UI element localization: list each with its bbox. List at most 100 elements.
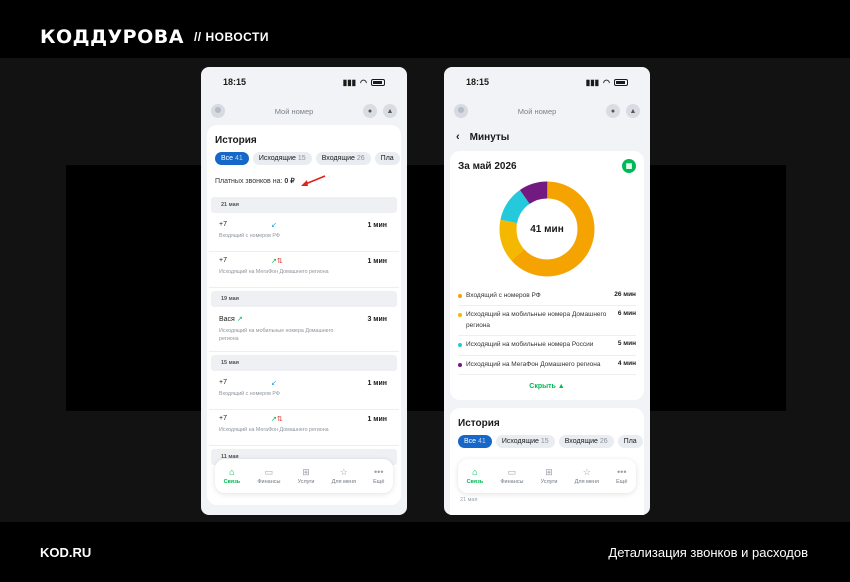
tab-more[interactable]: ••• Ещё bbox=[373, 466, 384, 485]
hide-button[interactable]: Скрыть ▲ bbox=[458, 375, 636, 394]
call-row[interactable]: +7 ↙ 1 мин Входящий с номеров РФ bbox=[209, 216, 399, 252]
call-duration: 1 мин bbox=[367, 416, 387, 423]
legend-dot bbox=[458, 343, 462, 348]
outgoing-arrow-icon: ↗ bbox=[236, 316, 243, 323]
star-icon: ☆ bbox=[339, 466, 348, 477]
tab-finance[interactable]: ▭ Финансы bbox=[500, 466, 523, 485]
legend-dot bbox=[458, 362, 462, 367]
call-row[interactable]: +7 ↗⇅ 1 мин Исходящий на МегаФон Домашне… bbox=[209, 410, 399, 446]
tab-services[interactable]: ⊞ Услуги bbox=[541, 466, 558, 485]
footer-site[interactable]: KOD.RU bbox=[40, 545, 91, 560]
section-label[interactable]: // НОВОСТИ bbox=[194, 30, 269, 44]
faint-date: 21 мая bbox=[460, 496, 478, 503]
legend-dot bbox=[458, 313, 462, 318]
incoming-arrow-icon: ↙ bbox=[271, 222, 277, 229]
wifi-icon: ◠ bbox=[603, 77, 610, 87]
bell-icon[interactable]: ▲ bbox=[383, 104, 397, 118]
outgoing-roaming-arrow-icon: ↗⇅ bbox=[271, 416, 283, 423]
date-header: 15 мая bbox=[211, 355, 397, 371]
tab-svyaz[interactable]: ⌂ Связь bbox=[224, 467, 241, 485]
legend: Входящий с номеров РФ 26 мин Исходящий н… bbox=[458, 287, 636, 375]
footer-caption: Детализация звонков и расходов bbox=[608, 545, 808, 560]
history-card: История Все 41 Исходящие 15 Входящие 26 … bbox=[207, 125, 401, 505]
chip-all[interactable]: Все 41 bbox=[458, 434, 492, 448]
paid-value: 0 ₽ bbox=[284, 178, 295, 185]
status-bar: 18:15 ▮▮▮ ◠ bbox=[444, 67, 650, 97]
history-title: История bbox=[458, 417, 500, 429]
wifi-icon: ◠ bbox=[360, 77, 367, 87]
topbar-title[interactable]: Мой номер bbox=[275, 107, 314, 116]
site-logo[interactable]: КОДДУРОВА bbox=[40, 26, 184, 48]
page-title: Минуты bbox=[469, 131, 510, 143]
tab-for-me[interactable]: ☆ Для меня bbox=[332, 466, 356, 485]
call-desc: Исходящий на МегаФон Домашнего региона bbox=[219, 269, 329, 275]
tab-services[interactable]: ⊞ Услуги bbox=[298, 467, 315, 485]
call-duration: 1 мин bbox=[367, 380, 387, 387]
legend-row: Исходящий на мобильные номера России 5 м… bbox=[458, 336, 636, 356]
chip-outgoing[interactable]: Исходящие 15 bbox=[495, 434, 555, 448]
avatar[interactable] bbox=[211, 104, 225, 118]
status-time: 18:15 bbox=[223, 77, 247, 87]
tab-more[interactable]: ••• Ещё bbox=[616, 466, 627, 485]
calendar-icon[interactable]: ▦ bbox=[622, 159, 636, 173]
phone-minutes: 18:15 ▮▮▮ ◠ Мой номер ● ▲ ‹ Минуты За ма… bbox=[444, 67, 650, 515]
call-number: +7 bbox=[219, 257, 227, 264]
date-header: 19 мая bbox=[211, 291, 397, 307]
home-icon: ⌂ bbox=[472, 466, 478, 477]
chevron-up-icon: ▲ bbox=[557, 382, 565, 390]
legend-row: Входящий с номеров РФ 26 мин bbox=[458, 287, 636, 307]
topbar-title[interactable]: Мой номер bbox=[518, 107, 557, 116]
back-icon[interactable]: ‹ bbox=[456, 131, 460, 143]
grid-icon: ⊞ bbox=[545, 466, 553, 477]
call-duration: 3 мин bbox=[367, 316, 387, 323]
call-row[interactable]: +7 ↙ 1 мин Входящий с номеров РФ bbox=[209, 374, 399, 410]
bg-block bbox=[66, 165, 786, 411]
call-desc: Входящий с номеров РФ bbox=[219, 391, 280, 397]
call-desc: Исходящий на мобильные номера Домашнего … bbox=[219, 328, 334, 342]
red-arrow-annotation bbox=[300, 175, 326, 186]
more-icon: ••• bbox=[374, 466, 384, 477]
chip-all[interactable]: Все 41 bbox=[215, 152, 249, 165]
call-desc: Входящий с номеров РФ bbox=[219, 233, 280, 239]
brand-header: КОДДУРОВА // НОВОСТИ bbox=[40, 26, 269, 48]
chip-paid[interactable]: Пла bbox=[617, 434, 643, 448]
star-icon: ☆ bbox=[582, 466, 591, 477]
chip-outgoing[interactable]: Исходящие 15 bbox=[252, 152, 312, 165]
status-bar: 18:15 ▮▮▮ ◠ bbox=[201, 67, 407, 97]
battery-icon bbox=[614, 78, 628, 86]
tab-svyaz[interactable]: ⌂ Связь bbox=[467, 466, 484, 485]
chip-paid[interactable]: Пла bbox=[374, 152, 400, 165]
chip-incoming[interactable]: Входящие 26 bbox=[558, 434, 614, 448]
avatar[interactable] bbox=[454, 104, 468, 118]
call-number: +7 bbox=[219, 379, 227, 386]
period-title: За май 2026 bbox=[458, 160, 517, 172]
signal-icon: ▮▮▮ bbox=[342, 77, 357, 87]
call-row[interactable]: Вася ↗ 3 мин Исходящий на мобильные номе… bbox=[209, 310, 399, 352]
top-bar: Мой номер ● ▲ bbox=[201, 97, 407, 125]
chip-incoming[interactable]: Входящие 26 bbox=[315, 152, 371, 165]
wallet-icon: ▭ bbox=[507, 466, 517, 477]
top-bar: Мой номер ● ▲ bbox=[444, 97, 650, 125]
chat-icon[interactable]: ● bbox=[606, 104, 620, 118]
tab-finance[interactable]: ▭ Финансы bbox=[257, 467, 280, 485]
phone-history: 18:15 ▮▮▮ ◠ Мой номер ● ▲ История Все 41… bbox=[201, 67, 407, 515]
call-number: +7 bbox=[219, 415, 227, 422]
call-duration: 1 мин bbox=[367, 258, 387, 265]
tab-bar: ⌂ Связь ▭ Финансы ⊞ Услуги ☆ Для меня ••• Ещё bbox=[458, 459, 636, 493]
legend-row: Исходящий на МегаФон Домашнего региона 4… bbox=[458, 356, 636, 375]
tab-bar: ⌂ Связь ▭ Финансы ⊞ Услуги ☆ Для меня ••• Ещё bbox=[215, 459, 393, 493]
call-row[interactable]: +7 ↗⇅ 1 мин Исходящий на МегаФон Домашне… bbox=[209, 252, 399, 288]
chat-icon[interactable]: ● bbox=[363, 104, 377, 118]
more-icon: ••• bbox=[617, 466, 627, 477]
history-title: История bbox=[215, 135, 257, 146]
outgoing-roaming-arrow-icon: ↗⇅ bbox=[271, 258, 283, 265]
donut-total: 41 мин bbox=[530, 223, 564, 235]
battery-icon bbox=[371, 78, 385, 86]
bell-icon[interactable]: ▲ bbox=[626, 104, 640, 118]
tab-for-me[interactable]: ☆ Для меня bbox=[575, 466, 599, 485]
legend-dot bbox=[458, 294, 462, 298]
legend-row: Исходящий на мобильные номера Домашнего … bbox=[458, 306, 636, 337]
call-desc: Исходящий на МегаФон Домашнего региона bbox=[219, 427, 329, 433]
incoming-arrow-icon: ↙ bbox=[271, 380, 277, 387]
paid-calls: Платных звонков на: 0 ₽ bbox=[207, 165, 401, 194]
